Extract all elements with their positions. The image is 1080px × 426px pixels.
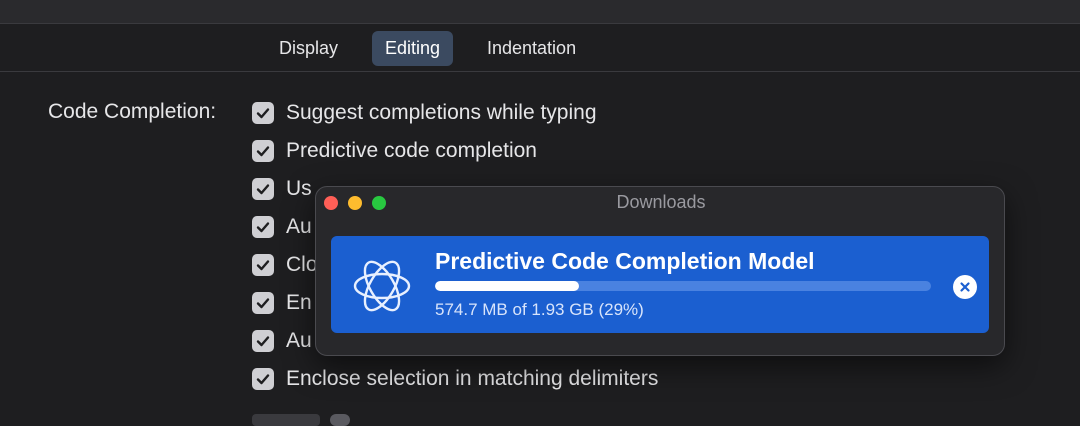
option-4[interactable]: Au — [252, 214, 312, 240]
option-7[interactable]: Au — [252, 328, 312, 354]
option-label: Us — [286, 177, 312, 200]
option-label: En — [286, 291, 312, 314]
panel-title: Downloads — [616, 192, 706, 212]
option-5[interactable]: Clo — [252, 252, 318, 278]
option-use-escape-key[interactable]: Us — [252, 176, 312, 202]
download-status: 574.7 MB of 1.93 GB (29%) — [435, 300, 644, 319]
download-item-name: Predictive Code Completion Model — [435, 248, 815, 274]
tab-editing[interactable]: Editing — [372, 31, 454, 66]
checkbox-checked[interactable] — [252, 178, 274, 200]
tab-indentation[interactable]: Indentation — [474, 31, 589, 66]
checkmark-icon — [256, 298, 270, 309]
checkmark-icon — [256, 374, 270, 385]
option-label: Predictive code completion — [286, 139, 537, 162]
cancel-download-button[interactable] — [953, 275, 977, 299]
code-completion-label: Code Completion: — [48, 100, 217, 123]
option-label: Clo — [286, 253, 318, 276]
checkmark-icon — [256, 260, 270, 271]
option-label: Suggest completions while typing — [286, 101, 597, 124]
checkbox-checked[interactable] — [252, 254, 274, 276]
checkmark-icon — [256, 146, 270, 157]
option-enclose-selection[interactable]: Enclose selection in matching delimiters — [252, 366, 658, 392]
settings-tab-bar: Display Editing Indentation — [0, 24, 1080, 72]
checkbox-checked[interactable] — [252, 102, 274, 124]
checkmark-icon — [256, 108, 270, 119]
window-toolbar — [0, 0, 1080, 24]
checkmark-icon — [256, 184, 270, 195]
download-item[interactable]: Predictive Code Completion Model 574.7 M… — [331, 236, 989, 333]
checkbox-checked[interactable] — [252, 292, 274, 314]
option-label: Au — [286, 329, 312, 352]
option-predictive-completion[interactable]: Predictive code completion — [252, 138, 537, 164]
checkmark-icon — [256, 336, 270, 347]
option-suggest-completions[interactable]: Suggest completions while typing — [252, 100, 597, 126]
popup-button[interactable] — [252, 414, 320, 426]
download-progress-fill — [435, 281, 579, 291]
stepper-control[interactable] — [330, 414, 350, 426]
checkmark-icon — [256, 222, 270, 233]
checkbox-checked[interactable] — [252, 216, 274, 238]
downloads-panel: Downloads Predictive Code Completion Mod… — [315, 186, 1005, 356]
download-progress-bar — [435, 281, 931, 291]
option-label: Au — [286, 215, 312, 238]
checkbox-checked[interactable] — [252, 140, 274, 162]
option-label: Enclose selection in matching delimiters — [286, 367, 659, 390]
close-icon — [960, 282, 970, 292]
option-6[interactable]: En — [252, 290, 312, 316]
checkbox-checked[interactable] — [252, 330, 274, 352]
tab-display[interactable]: Display — [266, 31, 351, 66]
checkbox-checked[interactable] — [252, 368, 274, 390]
atom-orbit-icon — [353, 260, 411, 312]
